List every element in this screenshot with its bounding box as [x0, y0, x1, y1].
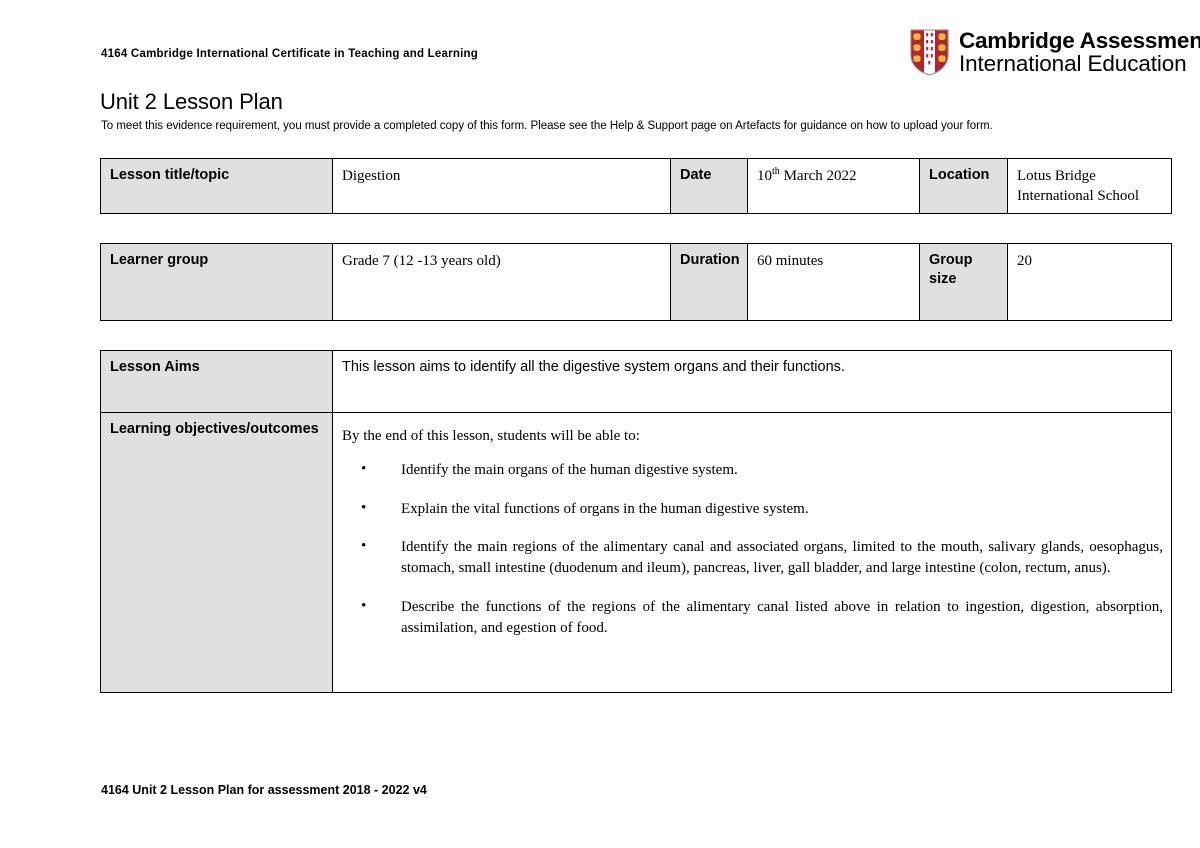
- location-value[interactable]: Lotus Bridge International School: [1007, 157, 1172, 215]
- logo-line-cambridge-assessment: Cambridge Assessment: [959, 27, 1200, 53]
- learning-objectives-label: Learning objectives/outcomes: [100, 412, 333, 693]
- list-item: Describe the functions of the regions of…: [342, 596, 1163, 638]
- list-item: Explain the vital functions of organs in…: [342, 498, 1163, 520]
- logo-wordmark: Cambridge Assessment International Educa…: [959, 27, 1200, 76]
- location-label: Location: [919, 157, 1008, 215]
- lesson-title-value[interactable]: Digestion: [332, 157, 671, 215]
- table-row: Lesson Aims This lesson aims to identify…: [100, 350, 1172, 413]
- lesson-aims-value[interactable]: This lesson aims to identify all the dig…: [332, 350, 1172, 413]
- group-size-label: Group size: [919, 243, 1008, 321]
- list-item: Identify the main organs of the human di…: [342, 459, 1163, 481]
- learner-group-label: Learner group: [100, 243, 333, 321]
- objectives-intro: By the end of this lesson, students will…: [342, 428, 640, 444]
- table-row: Lesson title/topic Digestion Date 10th M…: [100, 157, 1172, 215]
- date-ordinal-suffix: th: [772, 166, 780, 177]
- page-subtitle: To meet this evidence requirement, you m…: [101, 120, 993, 132]
- date-day: 10: [757, 168, 772, 184]
- duration-label: Duration: [670, 243, 748, 321]
- learner-group-value[interactable]: Grade 7 (12 -13 years old): [332, 243, 671, 321]
- lesson-aims-label: Lesson Aims: [100, 350, 333, 413]
- table-row: Learner group Grade 7 (12 -13 years old)…: [100, 243, 1172, 321]
- course-code-header: 4164 Cambridge International Certificate…: [101, 48, 479, 60]
- aims-objectives-table: Lesson Aims This lesson aims to identify…: [100, 350, 1172, 693]
- cambridge-shield-icon: [910, 29, 949, 76]
- objectives-list: Identify the main organs of the human di…: [342, 459, 1163, 638]
- lesson-title-label: Lesson title/topic: [100, 157, 333, 215]
- date-month-year: March 2022: [779, 168, 857, 184]
- list-item: Identify the main regions of the aliment…: [342, 536, 1163, 578]
- date-label: Date: [670, 157, 748, 215]
- page-footer: 4164 Unit 2 Lesson Plan for assessment 2…: [101, 783, 427, 797]
- logo-line-international-education: International Education: [959, 51, 1187, 76]
- lesson-info-table: Lesson title/topic Digestion Date 10th M…: [100, 157, 1172, 215]
- table-row: Learning objectives/outcomes By the end …: [100, 412, 1172, 693]
- date-value[interactable]: 10th March 2022: [747, 157, 920, 215]
- page-title: Unit 2 Lesson Plan: [100, 89, 283, 114]
- document-page: 4164 Cambridge International Certificate…: [0, 0, 1200, 848]
- learning-objectives-value[interactable]: By the end of this lesson, students will…: [332, 412, 1172, 693]
- learner-info-table: Learner group Grade 7 (12 -13 years old)…: [100, 243, 1172, 321]
- cambridge-assessment-logo: Cambridge Assessment International Educa…: [910, 29, 1200, 76]
- duration-value[interactable]: 60 minutes: [747, 243, 920, 321]
- group-size-value[interactable]: 20: [1007, 243, 1172, 321]
